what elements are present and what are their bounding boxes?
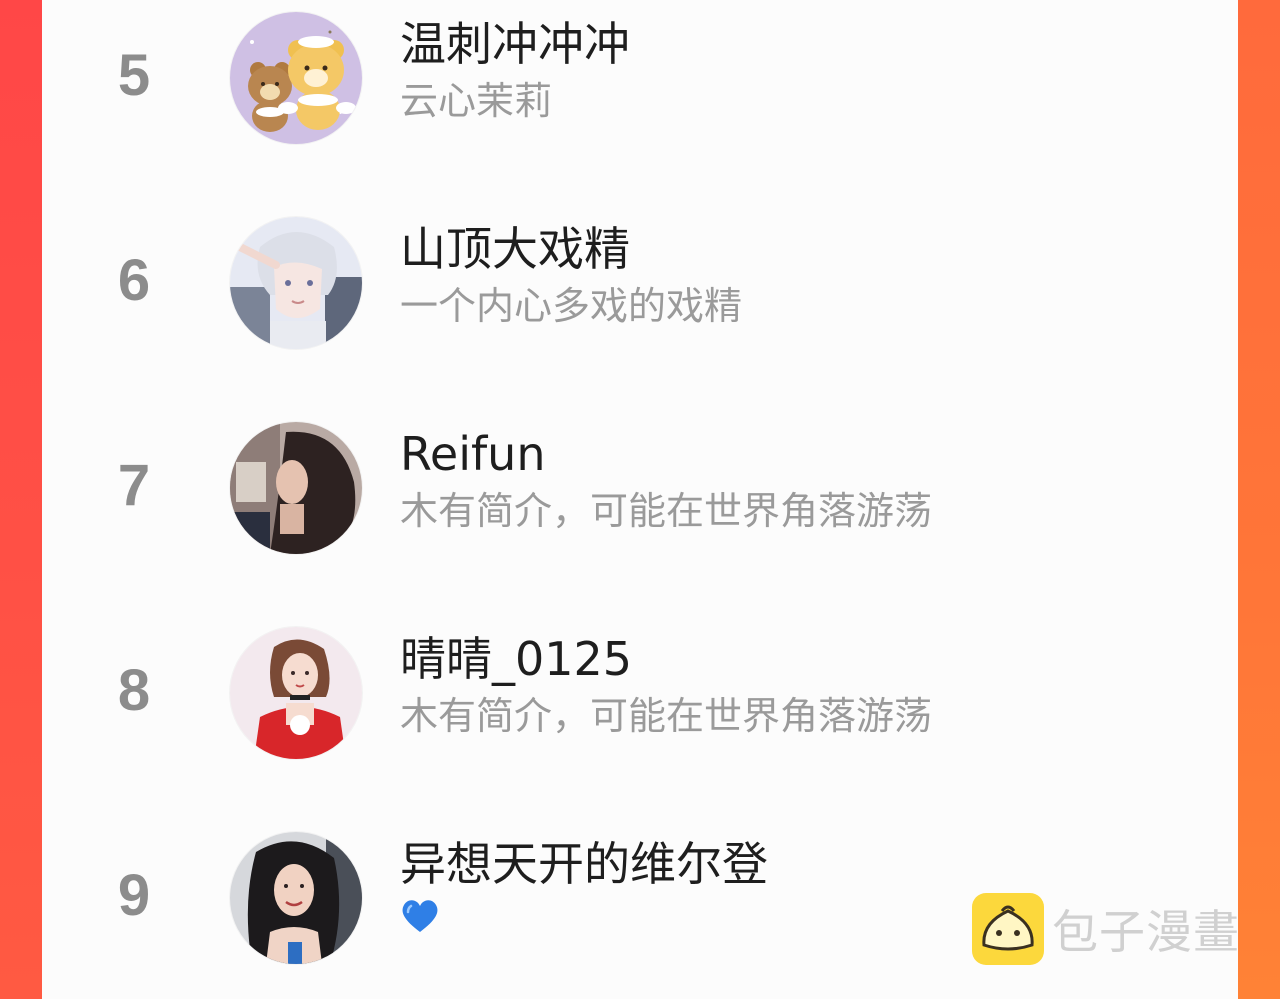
anime-boy-avatar-icon <box>230 217 362 349</box>
rank-number: 6 <box>117 248 151 313</box>
user-bio: 木有简介，可能在世界角落游荡 <box>400 489 933 533</box>
rank-number: 5 <box>117 43 151 108</box>
rank-number: 8 <box>117 658 151 723</box>
ranking-row[interactable]: 7 Reifun 木有简介，可能在世界角落游荡 <box>42 410 1238 610</box>
rank-number: 7 <box>117 453 151 518</box>
right-frame-edge <box>1238 0 1280 999</box>
avatar[interactable] <box>230 12 362 144</box>
user-bio <box>400 896 440 948</box>
avatar[interactable] <box>230 217 362 349</box>
user-name[interactable]: Reifun <box>400 426 545 482</box>
ranking-row[interactable]: 8 晴晴_0125 木有简介，可能在世界角落游荡 <box>42 615 1238 815</box>
user-bio: 云心茉莉 <box>400 79 553 123</box>
illustrated-girl-avatar-icon <box>230 627 362 759</box>
user-name[interactable]: 异想天开的维尔登 <box>400 836 768 892</box>
left-frame-edge <box>0 0 42 999</box>
watermark: 包子漫畫 <box>972 893 1240 965</box>
user-bio: 一个内心多戏的戏精 <box>400 284 743 328</box>
bun-mascot-icon <box>972 893 1044 965</box>
rank-number: 9 <box>117 863 151 928</box>
bear-avatar-icon <box>230 12 362 144</box>
avatar[interactable] <box>230 832 362 964</box>
photo-girl-avatar-icon <box>230 832 362 964</box>
user-name[interactable]: 山顶大戏精 <box>400 221 630 277</box>
user-name[interactable]: 温刺冲冲冲 <box>400 16 630 72</box>
blue-heart-emoji-icon <box>400 896 440 936</box>
user-bio: 木有简介，可能在世界角落游荡 <box>400 694 933 738</box>
avatar[interactable] <box>230 627 362 759</box>
ranking-row[interactable]: 5 温刺冲冲冲 云心茉莉 <box>42 0 1238 200</box>
watermark-text: 包子漫畫 <box>1052 905 1240 959</box>
photo-girl-avatar-icon <box>230 422 362 554</box>
ranking-card: 5 温刺冲冲冲 云心茉莉 6 山顶大戏精 一个内心多戏的戏精 7 Reifun … <box>42 0 1238 999</box>
avatar[interactable] <box>230 422 362 554</box>
ranking-row[interactable]: 6 山顶大戏精 一个内心多戏的戏精 <box>42 205 1238 405</box>
user-name[interactable]: 晴晴_0125 <box>400 631 632 687</box>
